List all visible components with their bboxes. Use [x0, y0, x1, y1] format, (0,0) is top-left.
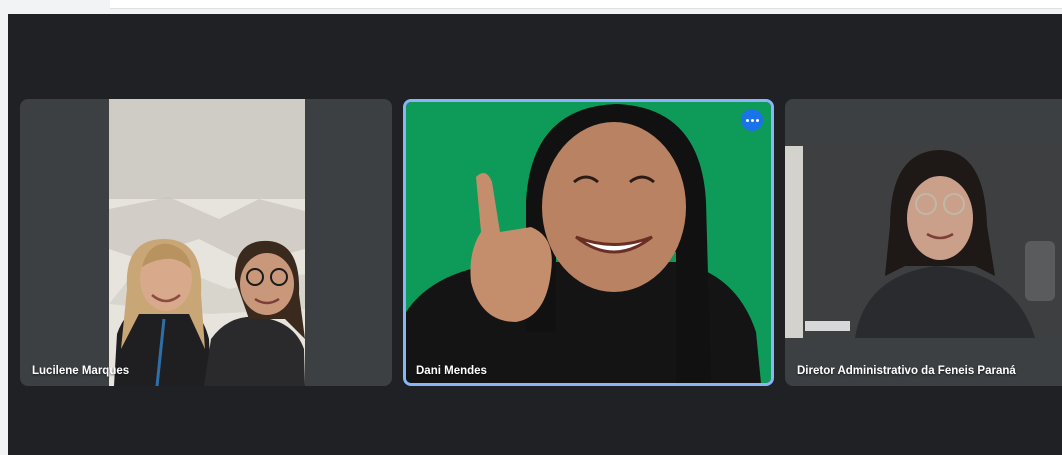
- participant-video: [109, 99, 305, 386]
- browser-top-strip: [0, 0, 1062, 14]
- meeting-stage: Lucilene Marques Dani Mendes Diretor Adm…: [8, 14, 1062, 455]
- participant-name: Lucilene Marques: [32, 365, 130, 377]
- participant-video: [785, 146, 1062, 338]
- participant-tile-lucilene-marques[interactable]: Lucilene Marques: [20, 99, 392, 386]
- participant-tile-dani-mendes[interactable]: Dani Mendes: [403, 99, 774, 386]
- more-options-button[interactable]: [741, 109, 763, 131]
- participant-tile-diretor-feneis[interactable]: Diretor Administrativo da Feneis Paraná: [785, 99, 1062, 386]
- participant-name: Dani Mendes: [416, 365, 487, 377]
- more-horiz-icon: [745, 118, 749, 122]
- participant-video: [406, 102, 771, 383]
- browser-tab-strip: [110, 0, 1062, 9]
- participant-name: Diretor Administrativo da Feneis Paraná: [797, 365, 1016, 377]
